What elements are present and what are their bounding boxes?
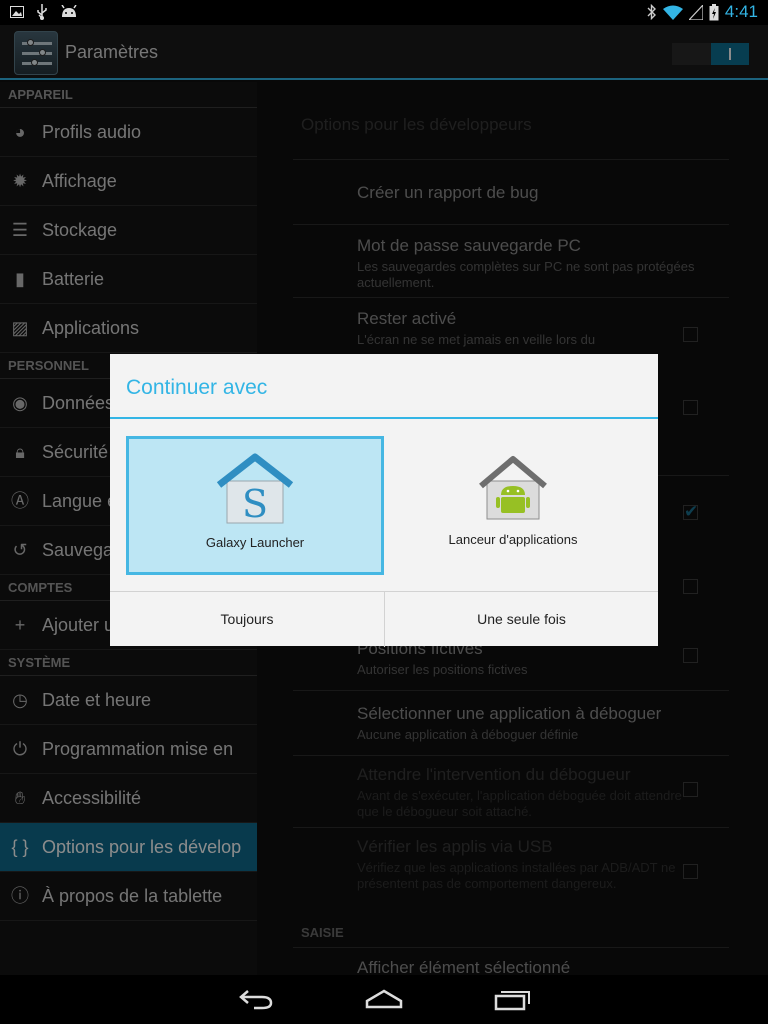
dialog-title: Continuer avec [126,376,268,399]
wifi-icon [662,5,683,20]
galaxy-launcher-icon: S [217,453,293,525]
option-label: Galaxy Launcher [205,535,305,550]
option-label: Lanceur d'applications [448,532,578,547]
dialog-title-divider [110,417,658,419]
always-button[interactable]: Toujours [110,592,384,647]
bluetooth-icon [647,4,656,20]
option-galaxy-launcher[interactable]: S Galaxy Launcher [126,436,384,575]
dialog-button-bar: Toujours Une seule fois [110,591,658,647]
android-debug-icon [61,5,77,17]
screen: 4:41 Paramètres APPAREIL ◕ Profils audio… [0,0,768,1024]
android-launcher-icon [479,456,547,520]
back-icon[interactable] [238,987,274,1011]
status-bar: 4:41 [0,0,768,25]
usb-icon [37,4,47,20]
just-once-button[interactable]: Une seule fois [384,592,658,647]
signal-icon [688,4,703,20]
galaxy-launcher-glyph: S [242,482,268,525]
system-nav-bar [0,975,768,1024]
image-icon [10,6,24,18]
status-time: 4:41 [724,2,758,21]
recents-icon[interactable] [494,987,532,1011]
home-icon[interactable] [365,987,403,1011]
chooser-dialog: Continuer avec S Galaxy Launcher Lanceur… [110,354,658,647]
battery-icon [709,3,719,20]
option-lanceur-applications[interactable]: Lanceur d'applications [384,436,642,575]
